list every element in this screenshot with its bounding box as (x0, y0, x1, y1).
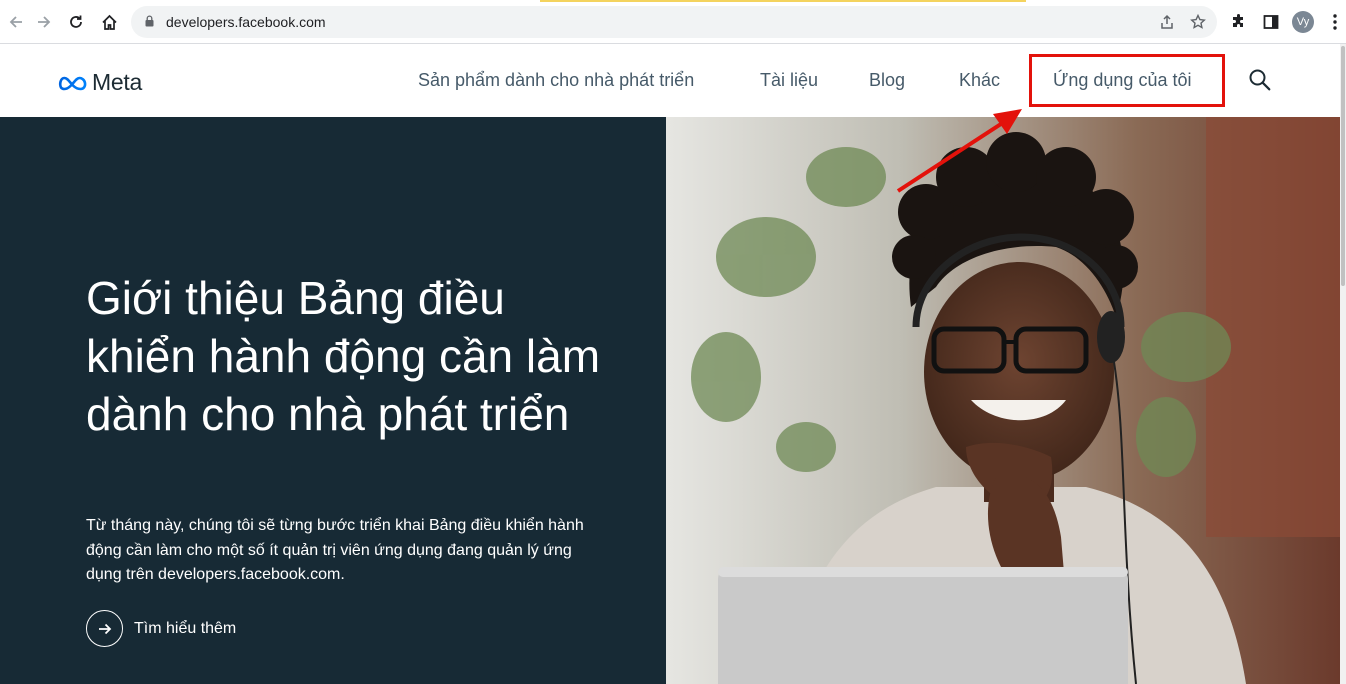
scrollbar-thumb[interactable] (1341, 46, 1345, 286)
profile-avatar[interactable]: Vy (1292, 11, 1314, 33)
tab-accent-line (540, 0, 1026, 2)
nav-docs[interactable]: Tài liệu (760, 70, 818, 91)
star-icon[interactable] (1188, 12, 1208, 32)
url-text[interactable]: developers.facebook.com (166, 14, 326, 30)
nav-developer-products[interactable]: Sản phẩm dành cho nhà phát triển (418, 70, 694, 91)
browser-toolbar: developers.facebook.com Vy (0, 0, 1346, 44)
site-header: Meta Sản phẩm dành cho nhà phát triển Tà… (0, 44, 1340, 117)
hero-title: Giới thiệu Bảng điều khiển hành động cần… (86, 272, 601, 440)
forward-icon[interactable] (32, 10, 56, 34)
learn-more-link[interactable]: Tìm hiểu thêm (86, 610, 236, 647)
share-icon[interactable] (1157, 12, 1177, 32)
sidepanel-icon[interactable] (1261, 12, 1281, 32)
back-icon[interactable] (4, 10, 28, 34)
meta-logo-text: Meta (92, 69, 142, 95)
meta-infinity-icon (58, 76, 87, 90)
search-icon[interactable] (1248, 68, 1272, 92)
more-icon[interactable] (1328, 13, 1342, 31)
hero-photo (666, 117, 1340, 684)
meta-logo[interactable]: Meta (58, 69, 142, 96)
extensions-icon[interactable] (1229, 12, 1249, 32)
hero-description: Từ tháng này, chúng tôi sẽ từng bước tri… (86, 517, 584, 583)
my-apps-highlight-box (1029, 54, 1225, 107)
reload-icon[interactable] (64, 10, 88, 34)
lock-icon[interactable] (145, 15, 154, 27)
home-icon[interactable] (97, 10, 121, 34)
arrow-right-icon[interactable] (86, 610, 123, 647)
nav-blog[interactable]: Blog (869, 70, 905, 91)
learn-more-label[interactable]: Tìm hiểu thêm (134, 620, 236, 638)
address-bar[interactable]: developers.facebook.com (131, 6, 1217, 38)
nav-more[interactable]: Khác (959, 70, 1000, 91)
